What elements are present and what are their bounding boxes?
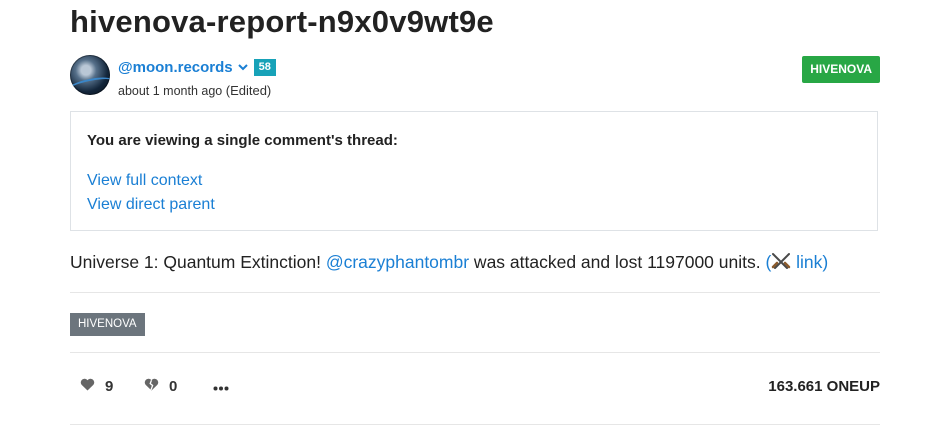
divider — [70, 424, 880, 425]
payout-value[interactable]: 163.661 ONEUP — [768, 378, 880, 395]
downvote-button[interactable]: 0 — [144, 378, 177, 395]
crossed-swords-icon — [771, 252, 791, 275]
author-link[interactable]: @moon.records — [118, 59, 233, 76]
post-meta: about 1 month ago (Edited) — [118, 83, 271, 98]
divider — [70, 292, 880, 293]
community-badge[interactable]: HIVENOVA — [802, 56, 880, 83]
downvote-count: 0 — [169, 378, 178, 395]
more-actions-button[interactable] — [213, 378, 239, 395]
battle-link-label: link) — [791, 252, 829, 272]
divider — [70, 352, 880, 353]
thread-notice: You are viewing a single comment's threa… — [70, 111, 878, 231]
broken-heart-icon — [144, 378, 169, 395]
upvote-button[interactable]: 9 — [80, 378, 113, 395]
edited-label: (Edited) — [225, 83, 272, 98]
battle-link[interactable]: ( link) — [765, 252, 828, 272]
heart-icon — [80, 378, 105, 395]
mention-link[interactable]: @crazyphantombr — [326, 252, 469, 272]
post-title: hivenova-report-n9x0v9wt9e — [70, 4, 494, 39]
body-middle: was attacked and lost 1197000 units. — [469, 252, 766, 272]
timestamp: about 1 month ago — [118, 84, 223, 98]
view-direct-parent-link[interactable]: View direct parent — [87, 196, 215, 214]
upvote-count: 9 — [105, 378, 114, 395]
reputation-badge: 58 — [253, 58, 276, 76]
tag-hivenova[interactable]: HIVENOVA — [70, 313, 145, 336]
thread-heading: You are viewing a single comment's threa… — [87, 132, 398, 149]
chevron-down-icon[interactable] — [237, 58, 248, 76]
avatar[interactable] — [70, 55, 110, 95]
author-row: @moon.records 58 — [118, 58, 276, 76]
comment-body: Universe 1: Quantum Extinction! @crazyph… — [70, 252, 828, 275]
ellipsis-icon — [213, 378, 239, 395]
view-full-context-link[interactable]: View full context — [87, 172, 202, 190]
body-prefix: Universe 1: Quantum Extinction! — [70, 252, 326, 272]
